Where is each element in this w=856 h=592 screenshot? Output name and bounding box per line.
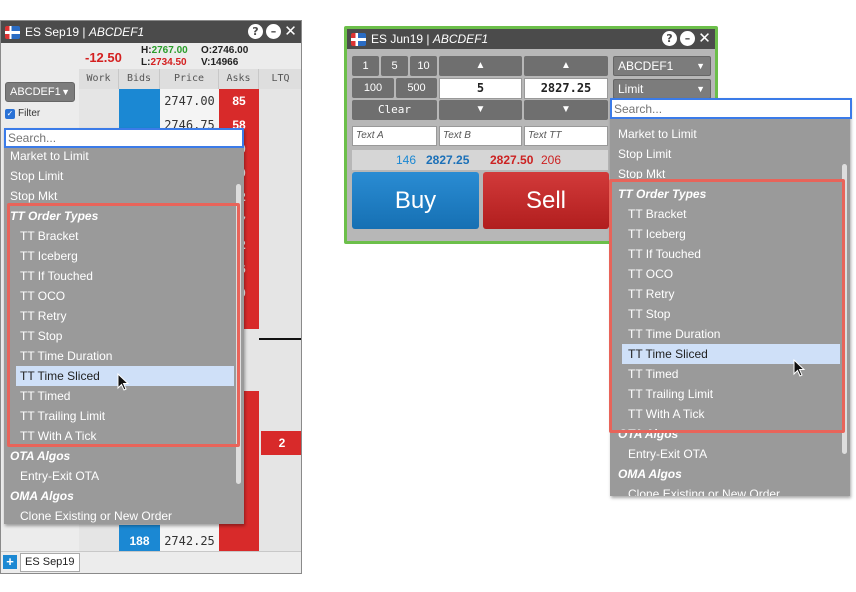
price-down-button[interactable]: ▼ (524, 100, 608, 120)
menu-item-market-to-limit[interactable]: Market to Limit (618, 124, 697, 144)
right-order-type-select[interactable]: Limit ▼ (613, 79, 711, 99)
left-title-bar[interactable]: ES Sep19 | ABCDEF1 ? – ✕ (1, 21, 301, 43)
arrow-down-icon: ▼ (561, 104, 571, 115)
ltq-value: 2 (261, 431, 301, 455)
close-icon[interactable]: ✕ (284, 24, 297, 39)
checkbox-icon[interactable]: ✓ (5, 108, 15, 119)
volume: V:14966 (201, 57, 239, 68)
ladder-row[interactable]: 188 2742.25 (79, 529, 301, 553)
flag-icon (5, 25, 20, 39)
text-b-field[interactable]: Text B (439, 126, 522, 146)
text-tt-field[interactable]: Text TT (524, 126, 608, 146)
sell-button[interactable]: Sell (483, 172, 609, 229)
price-field[interactable]: 2827.25 (524, 78, 608, 99)
price-cell: 2747.00 (164, 94, 215, 108)
tab-es-sep19[interactable]: ES Sep19 (20, 553, 80, 572)
ask-price: 2827.50 (490, 153, 534, 167)
col-header-asks[interactable]: Asks (219, 69, 259, 89)
inside-market-line: 146 2827.25 2827.50 206 (352, 150, 608, 170)
ladder-row[interactable]: 2747.00 85 (79, 89, 301, 113)
qty-up-button[interactable]: ▲ (439, 56, 522, 76)
arrow-up-icon: ▲ (561, 60, 571, 71)
menu-item-entry-exit-ota[interactable]: Entry-Exit OTA (628, 444, 707, 464)
filter-checkbox[interactable]: ✓ Filter (5, 108, 40, 119)
bid-price: 2827.25 (426, 153, 470, 167)
plus-icon[interactable]: + (3, 555, 17, 569)
close-icon[interactable]: ✕ (698, 31, 711, 46)
minimize-icon[interactable]: – (266, 24, 281, 39)
left-search-input[interactable] (4, 128, 244, 148)
group-oma-algos: OMA Algos (618, 467, 682, 481)
qty-button-5[interactable]: 5 (381, 56, 408, 76)
high-price: H:2767.00 (141, 45, 188, 56)
menu-item-clone-existing[interactable]: Clone Existing or New Order (628, 484, 780, 496)
right-search-input[interactable] (610, 98, 852, 119)
arrow-down-icon: ▼ (475, 104, 486, 115)
col-header-price[interactable]: Price (160, 69, 219, 89)
open-price: O:2746.00 (201, 45, 249, 56)
low-price: L:2734.50 (141, 57, 187, 68)
highlight-box-tt-order-types (609, 179, 845, 433)
bottom-tab-bar: + ES Sep19 (1, 551, 301, 573)
buy-button[interactable]: Buy (352, 172, 479, 229)
text-a-field[interactable]: Text A (352, 126, 437, 146)
left-window-title: ES Sep19 | ABCDEF1 (25, 25, 145, 39)
menu-item-entry-exit-ota[interactable]: Entry-Exit OTA (20, 466, 99, 486)
bid-qty-cell[interactable]: 188 (119, 529, 160, 553)
col-header-work[interactable]: Work (79, 69, 119, 89)
qty-button-10[interactable]: 10 (410, 56, 437, 76)
right-title-bar[interactable]: ES Jun19 | ABCDEF1 ? – ✕ (347, 29, 715, 49)
mouse-pointer-icon (793, 359, 806, 377)
col-header-ltq[interactable]: LTQ (259, 69, 301, 89)
flag-icon (351, 32, 366, 46)
group-ota-algos: OTA Algos (10, 449, 71, 463)
ask-qty-cell[interactable]: 85 (219, 89, 259, 113)
price-up-button[interactable]: ▲ (524, 56, 608, 76)
price-cell: 2742.25 (164, 534, 215, 548)
ladder-column-headers: Work Bids Price Asks LTQ (79, 69, 301, 89)
right-window-title: ES Jun19 | ABCDEF1 (371, 32, 489, 46)
qty-button-1[interactable]: 1 (352, 56, 379, 76)
menu-item-clone-existing[interactable]: Clone Existing or New Order (20, 506, 172, 524)
last-traded-marker (259, 338, 301, 340)
menu-item-stop-limit[interactable]: Stop Limit (618, 144, 671, 164)
chevron-down-icon: ▼ (696, 61, 705, 71)
help-icon[interactable]: ? (662, 31, 677, 46)
net-change: -12.50 (85, 50, 122, 65)
minimize-icon[interactable]: – (680, 31, 695, 46)
arrow-up-icon: ▲ (475, 60, 486, 71)
ask-qty: 206 (541, 153, 562, 167)
clear-button[interactable]: Clear (352, 100, 437, 120)
menu-item-stop-limit[interactable]: Stop Limit (10, 166, 63, 186)
chevron-down-icon: ▼ (696, 84, 705, 94)
menu-item-market-to-limit[interactable]: Market to Limit (10, 146, 89, 166)
qty-button-100[interactable]: 100 (352, 78, 394, 98)
chevron-down-icon: ▼ (61, 87, 70, 97)
bid-qty: 146 (396, 153, 417, 167)
highlight-box-tt-order-types (7, 203, 240, 447)
group-oma-algos: OMA Algos (10, 489, 74, 503)
qty-button-500[interactable]: 500 (396, 78, 437, 98)
quantity-field[interactable]: 5 (439, 78, 522, 99)
right-account-select[interactable]: ABCDEF1 ▼ (613, 56, 711, 76)
account-select[interactable]: ABCDEF1 ▼ (5, 82, 75, 102)
help-icon[interactable]: ? (248, 24, 263, 39)
col-header-bids[interactable]: Bids (119, 69, 160, 89)
mouse-pointer-icon (117, 373, 130, 391)
qty-down-button[interactable]: ▼ (439, 100, 522, 120)
